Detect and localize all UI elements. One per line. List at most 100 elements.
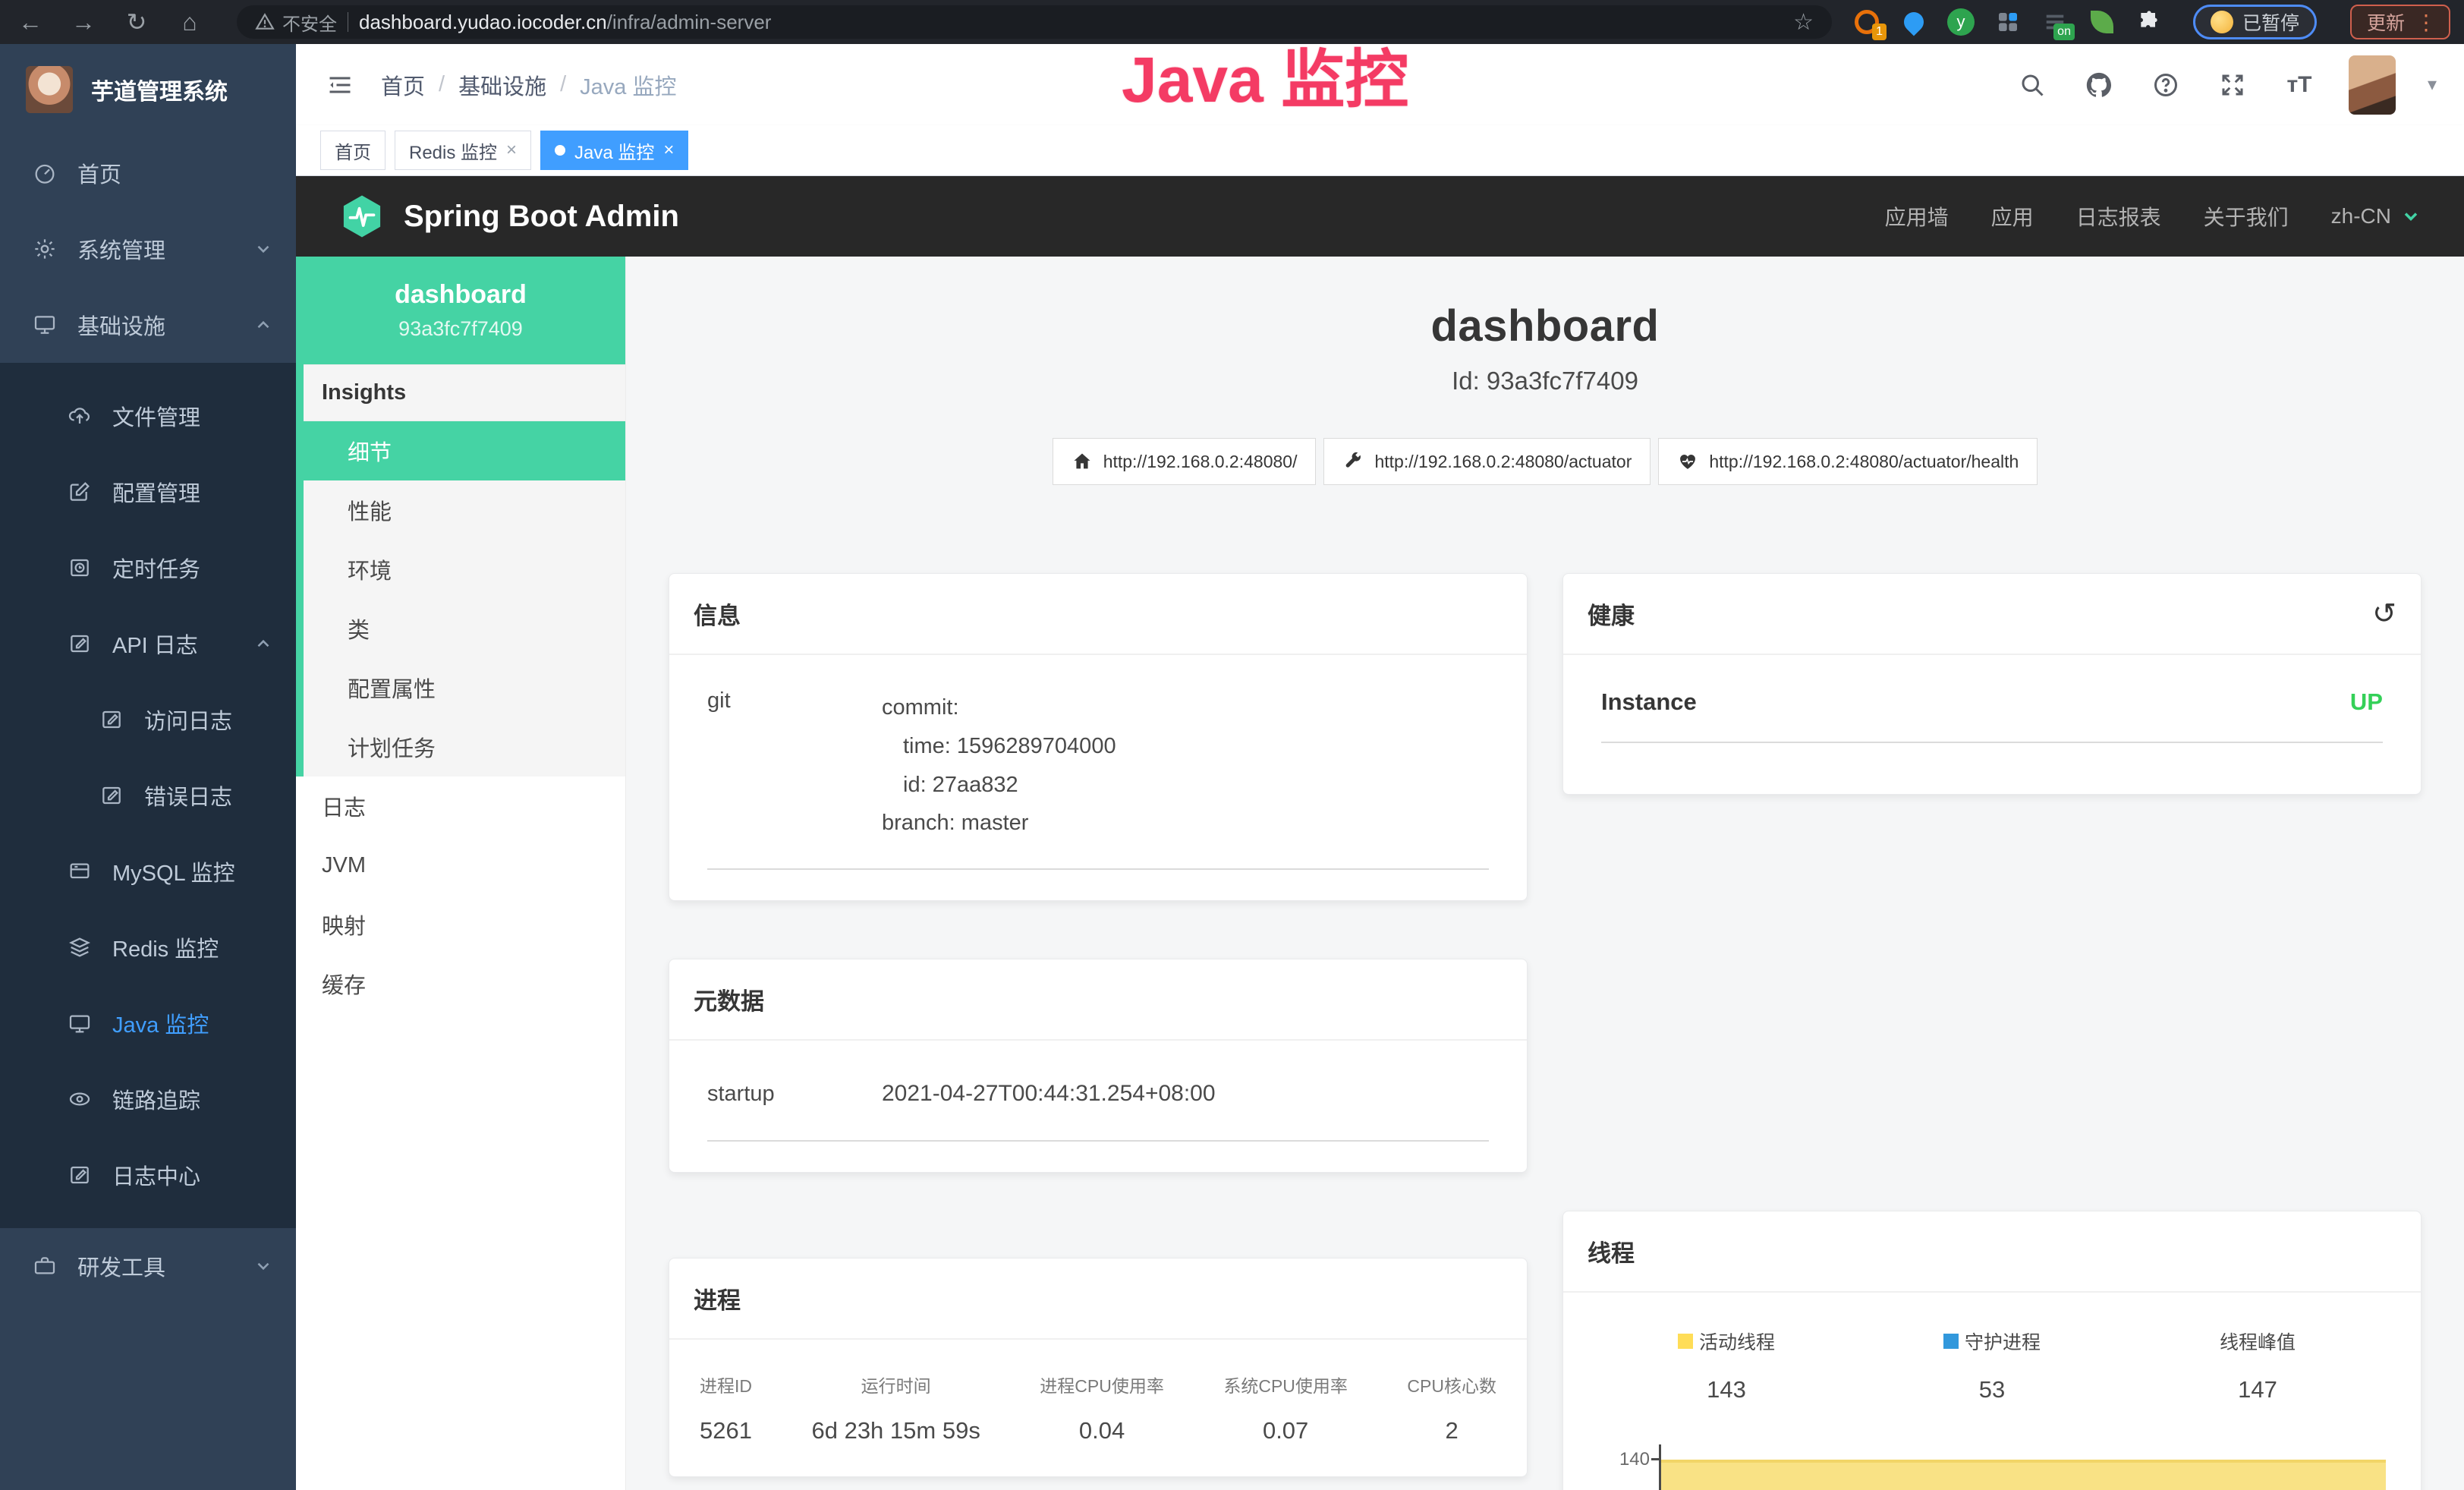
git-commit-line: commit: <box>882 688 1116 727</box>
cell-value: 0.07 <box>1223 1417 1348 1444</box>
sidebar-item-tracing[interactable]: 链路追踪 <box>0 1061 296 1137</box>
bookmark-star-icon[interactable]: ☆ <box>1793 9 1814 36</box>
sba-item-config-props[interactable]: 配置属性 <box>304 658 625 717</box>
sba-nav-journal[interactable]: 日志报表 <box>2076 201 2161 232</box>
security-warning[interactable]: 不安全 <box>255 9 337 36</box>
sba-item-logs[interactable]: 日志 <box>296 777 625 836</box>
sba-item-classes[interactable]: 类 <box>304 599 625 658</box>
breadcrumb-home[interactable]: 首页 <box>381 69 425 101</box>
home-icon[interactable]: ⌂ <box>173 5 206 39</box>
git-branch-line: branch: master <box>882 804 1116 843</box>
paused-profile-pill[interactable]: 已暂停 <box>2193 5 2317 39</box>
sidebar-item-log-center[interactable]: 日志中心 <box>0 1137 296 1213</box>
sidebar-item-label: 链路追踪 <box>112 1083 200 1115</box>
sidebar-item-label: 文件管理 <box>112 400 200 432</box>
sba-item-scheduled-tasks[interactable]: 计划任务 <box>304 717 625 777</box>
extension-on-icon[interactable]: on <box>2040 7 2070 37</box>
info-card: 信息 git commit: time: 1596289704000 id: 2… <box>669 573 1528 901</box>
sidebar-item-scheduled-jobs[interactable]: 定时任务 <box>0 530 296 606</box>
browser-update-button[interactable]: 更新 ⋮ <box>2350 5 2450 39</box>
github-icon[interactable] <box>2082 68 2116 102</box>
tab-close-icon[interactable]: × <box>506 140 517 161</box>
health-url-link[interactable]: http://192.168.0.2:48080/actuator/health <box>1658 438 2038 485</box>
sba-item-metrics[interactable]: 性能 <box>304 480 625 540</box>
sba-item-jvm[interactable]: JVM <box>296 836 625 895</box>
tab-redis-monitor[interactable]: Redis 监控 × <box>395 131 531 170</box>
sidebar-item-api-log[interactable]: API 日志 <box>0 606 296 682</box>
extension-orange-icon[interactable]: 1 <box>1852 7 1882 37</box>
sba-nav-wall[interactable]: 应用墙 <box>1885 201 1949 232</box>
sidebar-item-error-log[interactable]: 错误日志 <box>0 758 296 833</box>
service-url-link[interactable]: http://192.168.0.2:48080/ <box>1053 438 1317 485</box>
sidebar-item-config-manage[interactable]: 配置管理 <box>0 454 296 530</box>
back-icon[interactable]: ← <box>14 5 47 39</box>
sidebar-item-access-log[interactable]: 访问日志 <box>0 682 296 758</box>
url-text[interactable]: dashboard.yudao.iocoder.cn/infra/admin-s… <box>359 11 771 34</box>
extension-pin-icon[interactable] <box>1899 7 1929 37</box>
fullscreen-icon[interactable] <box>2215 68 2250 102</box>
extensions-puzzle-icon[interactable] <box>2134 7 2164 37</box>
tab-home[interactable]: 首页 <box>320 131 385 170</box>
legend-value: 147 <box>2125 1376 2390 1403</box>
sba-locale-select[interactable]: zh-CN <box>2331 204 2422 228</box>
sba-nav-applications[interactable]: 应用 <box>1991 201 2034 232</box>
sba-item-mappings[interactable]: 映射 <box>296 895 625 954</box>
tab-close-icon[interactable]: × <box>663 140 674 161</box>
user-avatar-image[interactable] <box>2349 55 2396 115</box>
process-table: 进程ID 5261 运行时间 6d 23h 15m 59s <box>700 1372 1496 1444</box>
sidebar-item-redis-monitor[interactable]: Redis 监控 <box>0 909 296 985</box>
legend-label: 线程峰值 <box>2220 1328 2296 1355</box>
sidebar-item-label: 定时任务 <box>112 552 200 584</box>
tab-java-monitor[interactable]: Java 监控 × <box>540 131 688 170</box>
address-bar[interactable]: 不安全 dashboard.yudao.iocoder.cn/infra/adm… <box>237 5 1832 39</box>
sba-item-label: JVM <box>322 853 366 878</box>
forward-icon[interactable]: → <box>67 5 100 39</box>
sba-nav-about[interactable]: 关于我们 <box>2204 201 2289 232</box>
sba-item-details[interactable]: 细节 <box>304 421 625 480</box>
paused-label: 已暂停 <box>2242 8 2299 36</box>
sidebar-item-label: API 日志 <box>112 628 198 660</box>
cpu-cores: CPU核心数 2 <box>1407 1372 1496 1444</box>
avatar-caret-icon[interactable]: ▾ <box>2428 74 2437 96</box>
tags-view-bar: 首页 Redis 监控 × Java 监控 × <box>296 125 2464 176</box>
extension-leaf-icon[interactable] <box>2087 7 2117 37</box>
sba-item-environment[interactable]: 环境 <box>304 540 625 599</box>
sba-item-label: 类 <box>348 613 370 644</box>
sidebar-item-label: Java 监控 <box>112 1007 209 1039</box>
extension-green-y-icon[interactable]: y <box>1946 7 1976 37</box>
sba-sidebar: dashboard 93a3fc7f7409 Insights 细节 性能 环境… <box>296 257 626 1490</box>
app-logo-row[interactable]: 芋道管理系统 <box>0 44 296 135</box>
column-header: CPU核心数 <box>1407 1372 1496 1397</box>
sidebar-item-infra[interactable]: 基础设施 <box>0 287 296 363</box>
sba-item-label: 计划任务 <box>348 731 436 763</box>
search-icon[interactable] <box>2015 68 2050 102</box>
sidebar-item-home[interactable]: 首页 <box>0 135 296 211</box>
sidebar-item-system[interactable]: 系统管理 <box>0 211 296 287</box>
edit-icon <box>67 480 93 504</box>
actuator-url-link[interactable]: http://192.168.0.2:48080/actuator <box>1323 438 1651 485</box>
breadcrumb: 首页 / 基础设施 / Java 监控 <box>381 69 676 101</box>
history-icon[interactable]: ↺ <box>2372 597 2396 631</box>
help-icon[interactable] <box>2148 68 2183 102</box>
sba-item-label: 映射 <box>322 909 366 940</box>
chevron-down-icon <box>253 1256 273 1276</box>
sidebar-item-file-manage[interactable]: 文件管理 <box>0 378 296 454</box>
browser-menu-icon[interactable]: ⋮ <box>2415 10 2437 35</box>
sidebar-item-mysql-monitor[interactable]: MySQL 监控 <box>0 833 296 909</box>
tab-label: Java 监控 <box>574 137 654 164</box>
sba-app-block[interactable]: dashboard 93a3fc7f7409 <box>296 257 625 364</box>
sidebar-item-java-monitor[interactable]: Java 监控 <box>0 985 296 1061</box>
row-divider <box>1601 742 2383 743</box>
sba-item-caches[interactable]: 缓存 <box>296 954 625 1013</box>
breadcrumb-infra[interactable]: 基础设施 <box>458 69 546 101</box>
extension-grid-icon[interactable] <box>1993 7 2023 37</box>
sidebar-item-dev-tools[interactable]: 研发工具 <box>0 1228 296 1304</box>
sidebar-item-label: MySQL 监控 <box>112 855 235 887</box>
git-id-line: id: 27aa832 <box>882 766 1116 805</box>
font-size-icon[interactable]: ᴛT <box>2282 68 2317 102</box>
status-up-badge: UP <box>2350 688 2383 716</box>
reload-icon[interactable]: ↻ <box>120 5 153 39</box>
app-sidebar: 芋道管理系统 首页 系统管理 基础设施 <box>0 44 296 1490</box>
sba-brand[interactable]: Spring Boot Admin <box>338 193 679 240</box>
sidebar-collapse-icon[interactable] <box>323 68 357 102</box>
